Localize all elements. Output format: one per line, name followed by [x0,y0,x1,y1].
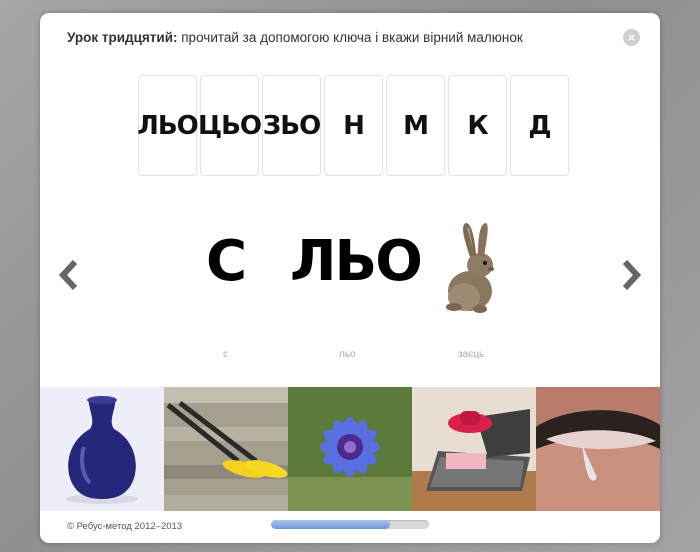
cornflower-image [288,387,412,511]
oars-image [164,387,288,511]
rabbit-image [446,223,494,313]
key-card: ЛЬО [137,75,199,176]
prev-button[interactable] [58,259,80,291]
caption-letter: с [223,349,228,360]
answer-oars[interactable] [164,387,288,511]
suitcase-image [412,387,536,511]
key-card: К [448,75,507,176]
answer-tear[interactable] [536,387,660,511]
key-card: Н [324,75,383,176]
tear-image [536,387,660,511]
progress-bar [271,520,429,529]
chevron-left-icon [58,259,78,291]
copyright-text: © Ребус-метод 2012–2013 [67,521,183,532]
caption-picture: заєць [458,349,485,360]
chevron-right-icon [622,259,642,291]
caption-syllable: льо [339,349,356,360]
answer-strip [40,387,660,511]
vase-image [40,387,164,511]
progress-fill [271,520,390,529]
lesson-title: Урок тридцятий: прочитай за допомогою кл… [67,30,523,45]
answer-vase[interactable] [40,387,164,511]
lesson-title-text: прочитай за допомогою ключа і вкажи вірн… [177,30,523,45]
lesson-title-bold: Урок тридцятий: [67,30,178,45]
close-icon: × [627,30,636,45]
key-card: ЦЬО [198,75,262,176]
rebus-syllable: ЛЬО [290,229,423,294]
lesson-dialog: Урок тридцятий: прочитай за допомогою кл… [40,13,660,543]
key-card: М [386,75,445,176]
answer-cornflower[interactable] [288,387,412,511]
key-card: ЗЬО [262,75,321,176]
rebus-letter: С [206,229,247,294]
key-card: Д [510,75,569,176]
answer-suitcase[interactable] [412,387,536,511]
next-button[interactable] [620,259,642,291]
close-button[interactable]: × [623,29,640,46]
